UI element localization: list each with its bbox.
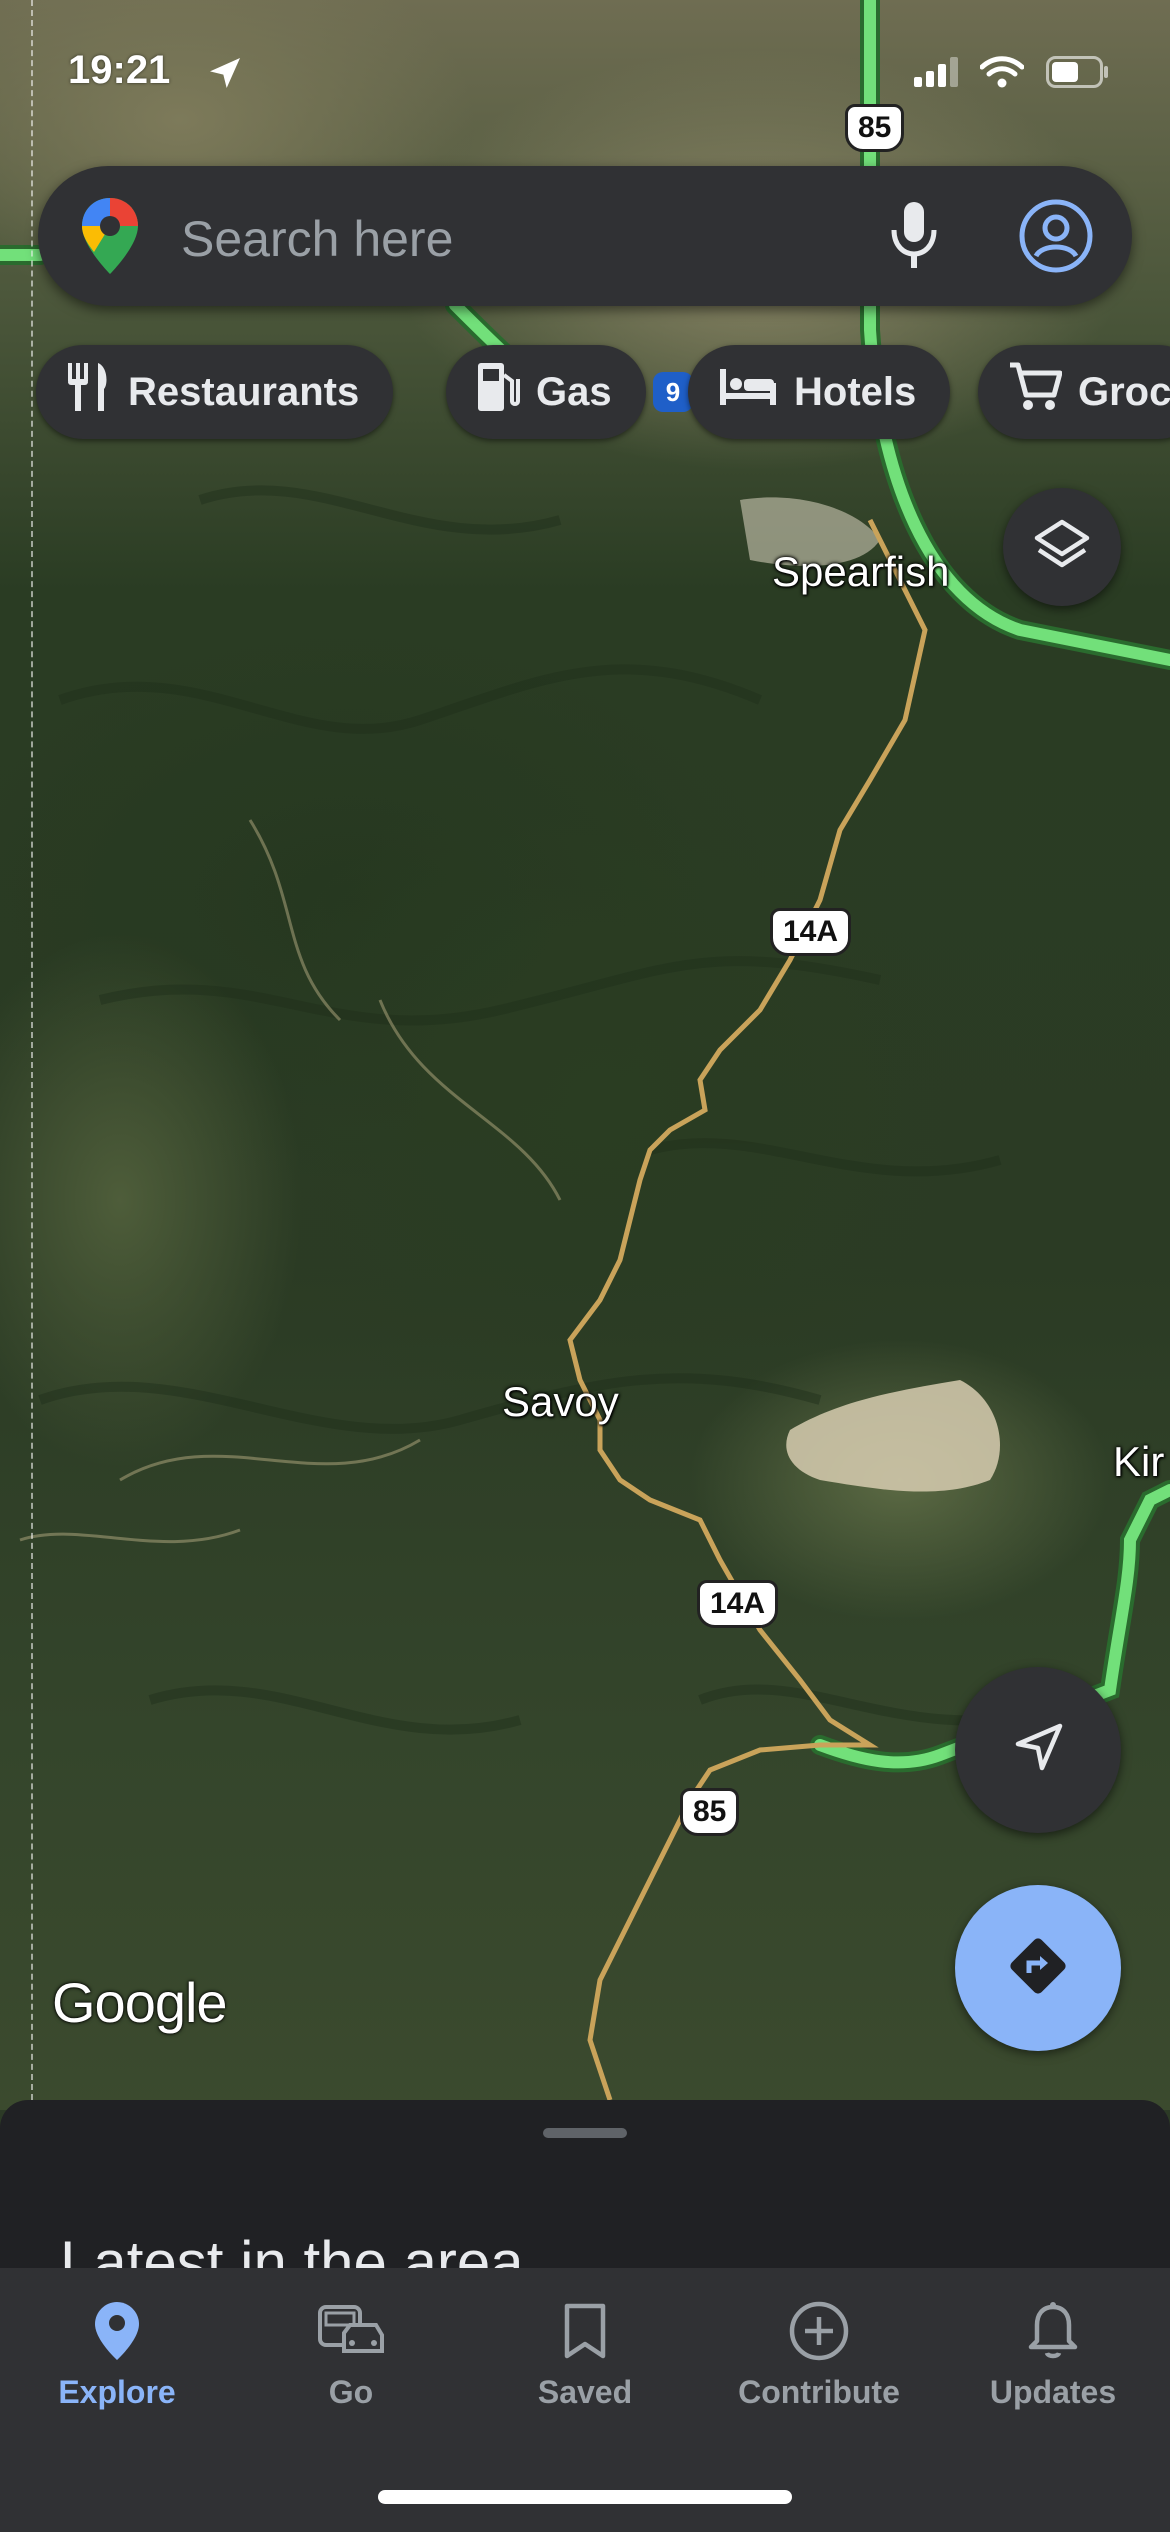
microphone-icon[interactable]: [888, 200, 940, 277]
google-attribution: Google: [52, 1971, 228, 2034]
my-location-icon: [1010, 1720, 1066, 1781]
nav-label: Updates: [989, 2374, 1117, 2410]
route-shield-85: 85: [680, 1788, 740, 1836]
layers-button[interactable]: [1003, 488, 1121, 606]
signal-icon: [914, 57, 958, 92]
search-input[interactable]: Search here: [181, 210, 453, 268]
layers-icon: [1033, 516, 1091, 579]
directions-button[interactable]: [955, 1885, 1121, 2051]
chip-label: Gas: [536, 369, 612, 414]
explore-pin-icon: [0, 2296, 234, 2366]
place-label-spearfish[interactable]: Spearfish: [772, 548, 949, 596]
sheet-drag-handle[interactable]: [543, 2128, 627, 2138]
nav-label: Go: [328, 2374, 374, 2410]
chip-label: Groc: [1078, 369, 1170, 414]
sheet-title: Latest in the area: [60, 2229, 524, 2270]
my-location-button[interactable]: [955, 1667, 1121, 1833]
chip-hotels[interactable]: Hotels: [688, 345, 951, 439]
chip-groceries[interactable]: Groc: [978, 345, 1170, 439]
hotel-bed-icon: [718, 367, 778, 417]
nav-saved[interactable]: Saved: [468, 2296, 702, 2426]
shopping-cart-icon: [1008, 361, 1063, 423]
gas-station-icon: [476, 361, 520, 423]
category-chips: Restaurants Gas Hotels Groc: [36, 345, 1170, 441]
map-boundary-line: [31, 0, 33, 2110]
contribute-plus-icon: [702, 2296, 936, 2366]
battery-icon: [1046, 56, 1110, 93]
nav-contribute[interactable]: Contribute: [702, 2296, 936, 2426]
maps-pin-icon: [80, 196, 140, 281]
route-shield-14a: 14A: [770, 908, 852, 956]
nav-updates[interactable]: Updates: [936, 2296, 1170, 2426]
nav-explore[interactable]: Explore: [0, 2296, 234, 2426]
route-shield-14a: 14A: [697, 1580, 779, 1628]
home-indicator[interactable]: [378, 2490, 792, 2504]
nav-label: Explore: [58, 2374, 176, 2410]
nav-label: Saved: [537, 2374, 633, 2410]
route-shield-85: 85: [845, 104, 905, 152]
location-arrow-icon: [205, 53, 245, 98]
account-icon[interactable]: [1018, 198, 1094, 279]
nav-label: Contribute: [738, 2374, 900, 2410]
go-commute-icon: [234, 2296, 468, 2366]
wifi-icon: [979, 56, 1025, 93]
search-bar[interactable]: Search here: [38, 166, 1132, 306]
restaurant-icon: [66, 361, 112, 423]
chip-restaurants[interactable]: Restaurants: [36, 345, 394, 439]
directions-icon: [1003, 1931, 1073, 2006]
place-label-kir[interactable]: Kir: [1113, 1438, 1164, 1486]
chip-gas[interactable]: Gas: [446, 345, 646, 439]
status-time: 19:21: [68, 48, 171, 92]
chip-label: Restaurants: [128, 369, 360, 414]
bottom-sheet[interactable]: Latest in the area: [0, 2100, 1170, 2270]
status-icons: [914, 56, 1110, 93]
nav-go[interactable]: Go: [234, 2296, 468, 2426]
chip-label: Hotels: [794, 369, 917, 414]
place-label-savoy[interactable]: Savoy: [502, 1378, 619, 1426]
saved-bookmark-icon: [468, 2296, 702, 2366]
updates-bell-icon: [936, 2296, 1170, 2366]
